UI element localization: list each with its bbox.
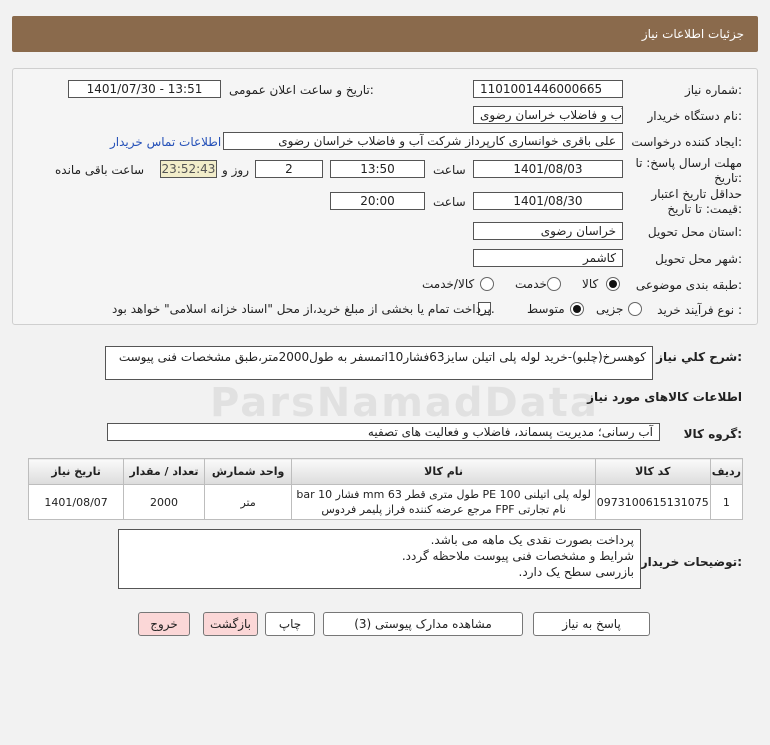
treasury-payment-note: پرداخت تمام یا بخشی از مبلغ خرید،از محل … xyxy=(112,302,495,316)
goods-table-header: ردیف کد کالا نام کالا واحد شمارش تعداد /… xyxy=(27,458,744,485)
reply-deadline-label: مهلت ارسال پاسخ: تا xyxy=(635,156,742,170)
reply-deadline-label-2: تاریخ: xyxy=(714,171,742,185)
buyer-note-line: بازرسی سطح یک دارد. xyxy=(518,565,634,579)
need-description-box: کوهسرخ(چلبو)-خرید لوله پلی اتیلن سایز63ف… xyxy=(105,346,653,380)
watermark-text: ParsNamadData xyxy=(210,380,599,426)
col-row: ردیف xyxy=(709,458,744,485)
purchase-minor-label: جزیی xyxy=(596,302,624,316)
table-row: 1 0973100615131075 لوله پلی اتیلنی PE 10… xyxy=(27,484,744,520)
buyer-notes-box: پرداخت بصورت نقدی یک ماهه می باشد. شرایط… xyxy=(118,529,641,589)
category-radio-service[interactable] xyxy=(547,277,561,291)
goods-table: ردیف کد کالا نام کالا واحد شمارش تعداد /… xyxy=(27,458,744,520)
buyer-notes-label: توضیحات خریدار: xyxy=(640,555,742,569)
province-field: خراسان رضوی xyxy=(473,222,623,240)
purchase-medium-label: متوسط xyxy=(527,302,565,316)
row-number: 1 xyxy=(709,484,744,520)
days-label: روز و xyxy=(222,163,249,177)
buyer-note-line: پرداخت بصورت نقدی یک ماهه می باشد. xyxy=(430,533,634,547)
need-number-label: شماره نیاز: xyxy=(684,83,742,97)
buyer-org-field: شرکت آب و فاضلاب خراسان رضوی xyxy=(473,106,623,124)
remaining-time-timer: 23:52:43 xyxy=(160,160,217,178)
price-validity-label: حداقل تاریخ اعتبار xyxy=(651,187,742,201)
view-attachments-button[interactable]: مشاهده مدارک پیوستی (3) xyxy=(323,612,523,636)
price-validity-label-2: قیمت: تا تاریخ: xyxy=(667,202,742,216)
goods-name-line1: لوله پلی اتیلنی PE 100 طول متری قطر 63 m… xyxy=(296,488,591,501)
print-button[interactable]: چاپ xyxy=(265,612,315,636)
back-button[interactable]: بازگشت xyxy=(203,612,258,636)
category-goods-label: کالا xyxy=(582,277,599,291)
page-header: جزئیات اطلاعات نیاز xyxy=(12,16,758,52)
reply-deadline-date: 1401/08/03 xyxy=(473,160,623,178)
need-number-field: 1101001446000665 xyxy=(473,80,623,98)
goods-unit: متر xyxy=(203,484,293,520)
price-validity-date: 1401/08/30 xyxy=(473,192,623,210)
goods-qty: 2000 xyxy=(123,484,205,520)
purchase-radio-minor[interactable] xyxy=(628,302,642,316)
category-goods-service-label: کالا/خدمت xyxy=(422,277,475,291)
requester-field: علی باقری خوانساری کارپرداز شرکت آب و فا… xyxy=(223,132,623,150)
category-radio-goods-service[interactable] xyxy=(480,277,494,291)
goods-group-field: آب رسانی؛ مدیریت پسماند، فاضلاب و فعالیت… xyxy=(107,423,660,441)
col-code: کد کالا xyxy=(594,458,711,485)
remaining-label: ساعت باقی مانده xyxy=(55,163,145,177)
price-validity-time: 20:00 xyxy=(330,192,425,210)
col-unit: واحد شمارش xyxy=(203,458,293,485)
category-service-label: خدمت xyxy=(515,277,547,291)
announce-date-label: تاریخ و ساعت اعلان عمومی: xyxy=(229,83,374,97)
announce-date-field: 1401/07/30 - 13:51 xyxy=(68,80,221,98)
goods-name: لوله پلی اتیلنی PE 100 طول متری قطر 63 m… xyxy=(291,484,596,520)
purchase-type-label: نوع فرآیند خرید : xyxy=(657,303,742,317)
category-radio-goods[interactable] xyxy=(606,277,620,291)
reply-days-field: 2 xyxy=(255,160,323,178)
col-qty: تعداد / مقدار xyxy=(123,458,205,485)
province-label: استان محل تحویل: xyxy=(647,225,742,239)
buyer-org-label: نام دستگاه خریدار: xyxy=(647,109,743,123)
goods-code: 0973100615131075 xyxy=(594,484,711,520)
purchase-radio-medium[interactable] xyxy=(570,302,584,316)
validity-time-label: ساعت xyxy=(433,195,466,209)
reply-time-label: ساعت xyxy=(433,163,466,177)
exit-button[interactable]: خروج xyxy=(138,612,190,636)
reply-deadline-time: 13:50 xyxy=(330,160,425,178)
goods-info-title: اطلاعات کالاهای مورد نیاز xyxy=(587,390,742,404)
reply-button[interactable]: پاسخ به نیاز xyxy=(533,612,650,636)
goods-group-label: گروه کالا: xyxy=(683,427,742,441)
buyer-contact-link[interactable]: اطلاعات تماس خریدار xyxy=(110,135,221,149)
need-description-label: شرح کلي نياز: xyxy=(656,350,742,364)
col-date: تاریخ نیاز xyxy=(27,458,125,485)
category-label: طبقه بندی موضوعی: xyxy=(635,278,742,292)
goods-date: 1401/08/07 xyxy=(27,484,125,520)
goods-name-line2: نام تجارتی FPF مرجع عرضه کننده فراز پلیم… xyxy=(321,503,566,516)
buyer-note-line: شرایط و مشخصات فنی پیوست ملاحظه گردد. xyxy=(401,549,634,563)
city-label: شهر محل تحویل: xyxy=(655,252,742,266)
city-field: کاشمر xyxy=(473,249,623,267)
requester-label: ایجاد کننده درخواست: xyxy=(631,135,742,149)
col-name: نام کالا xyxy=(291,458,596,485)
page-title: جزئیات اطلاعات نیاز xyxy=(641,27,744,41)
